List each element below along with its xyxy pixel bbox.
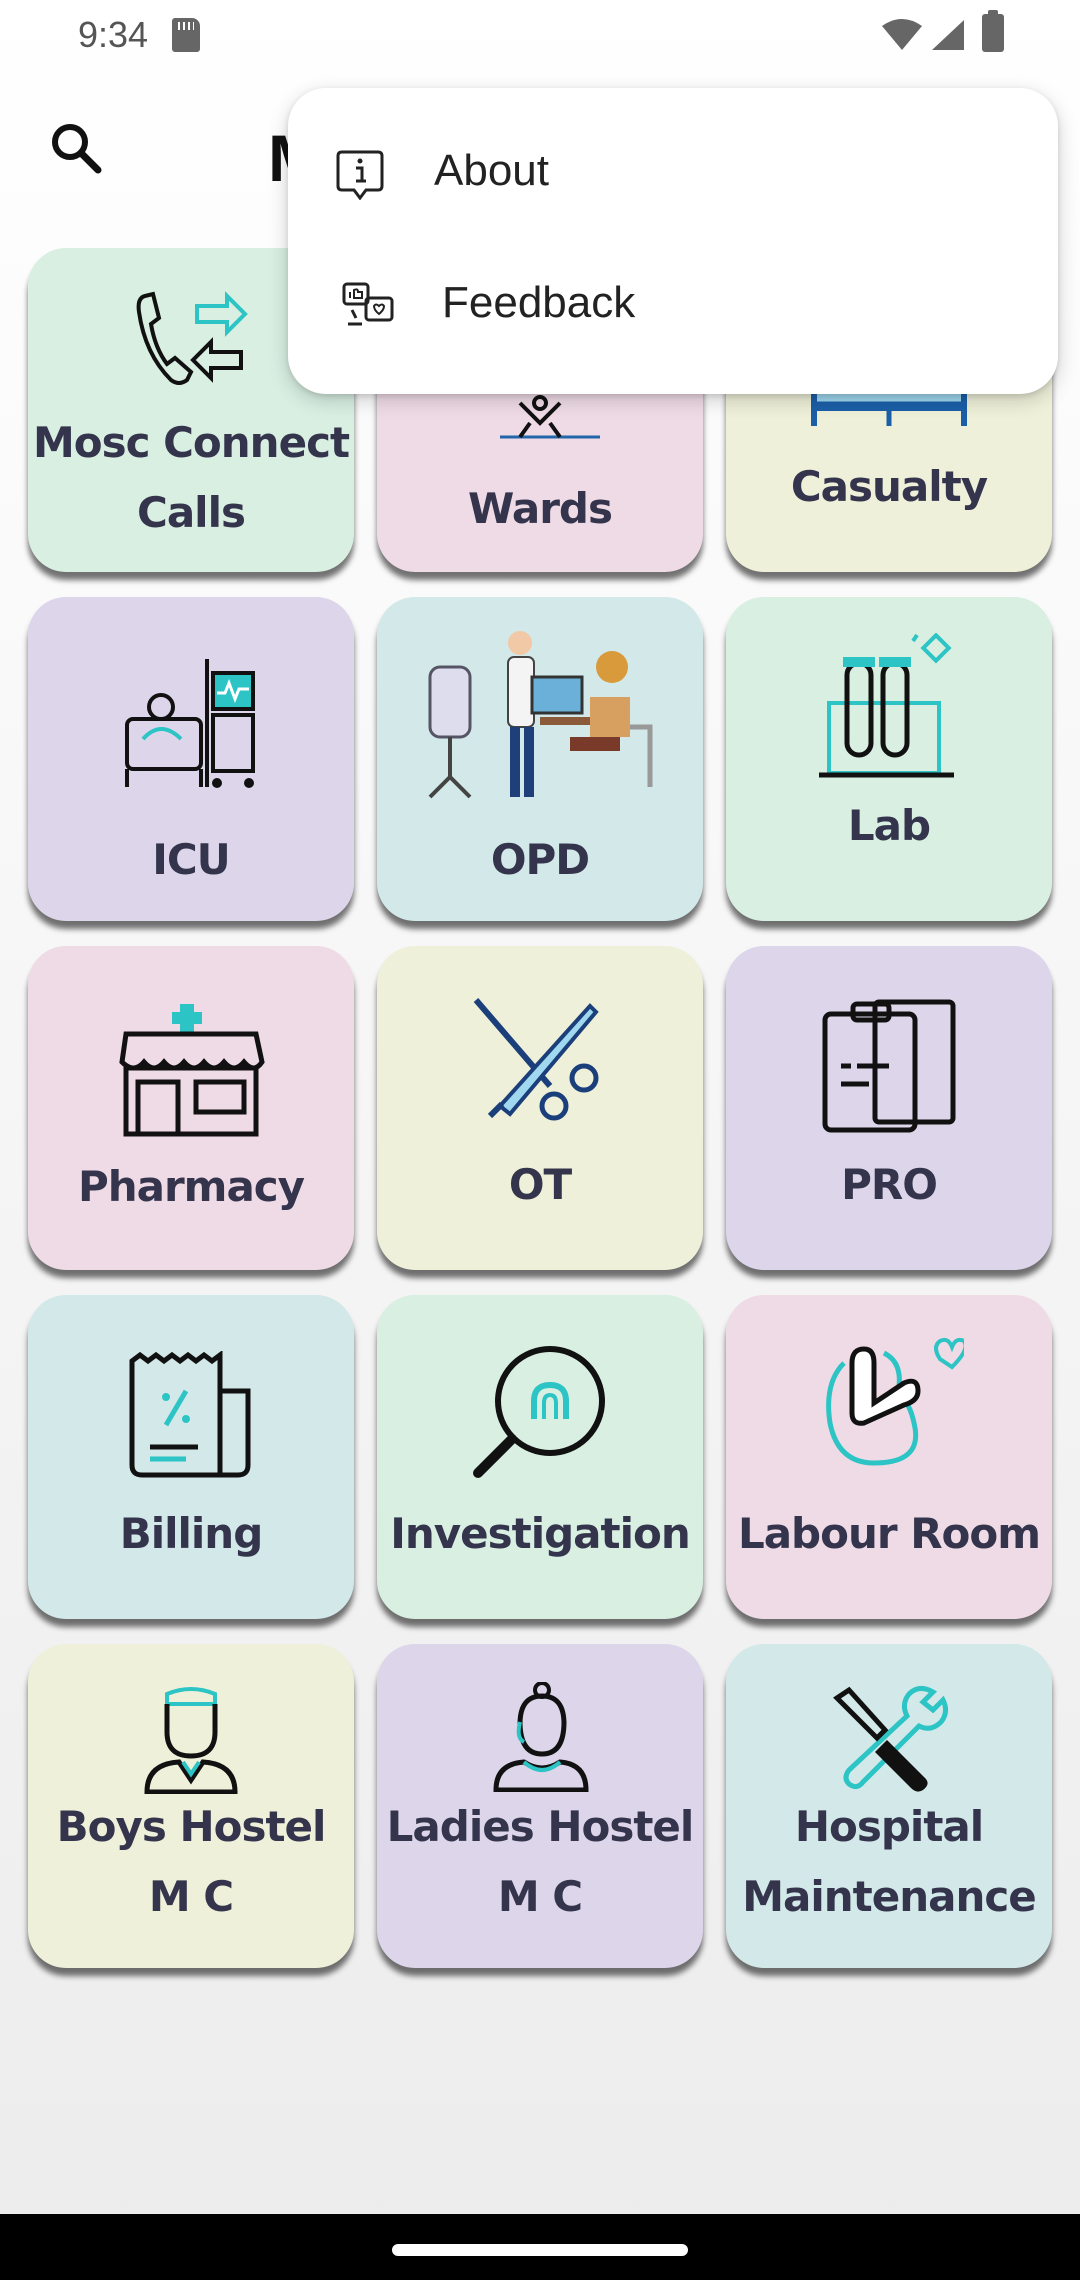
icu-bed-icon — [125, 659, 255, 788]
tile-label: Billing — [119, 1509, 264, 1558]
tile-label-line2: M C — [148, 1872, 234, 1921]
tile-label-line2: M C — [497, 1872, 583, 1921]
tile-label: Hospital — [794, 1802, 984, 1851]
status-time: 9:34 — [78, 14, 149, 55]
tile-lab[interactable]: Lab — [726, 597, 1052, 921]
tile-label: Mosc Connect — [32, 418, 350, 467]
home-gesture-handle[interactable] — [392, 2244, 688, 2256]
tile-label: Boys Hostel — [56, 1802, 327, 1851]
tile-label: Casualty — [790, 462, 988, 511]
tile-label: Wards — [468, 484, 613, 533]
phone-transfer-icon — [136, 291, 248, 385]
tile-ot[interactable]: OT — [377, 946, 703, 1270]
menu-item-about[interactable]: About — [288, 108, 1058, 240]
battery-icon — [982, 10, 1004, 52]
tile-label-line2: Maintenance — [742, 1872, 1037, 1921]
navigation-bar — [0, 2214, 1080, 2280]
tile-label: ICU — [152, 835, 231, 884]
tile-label: Investigation — [390, 1509, 691, 1558]
tile-label: Lab — [847, 801, 931, 850]
wifi-icon — [882, 19, 922, 50]
tile-opd[interactable]: OPD — [377, 597, 703, 921]
search-icon[interactable] — [40, 112, 112, 184]
tile-billing[interactable]: Billing — [28, 1295, 354, 1619]
tile-ladies-hostel[interactable]: Ladies Hostel M C — [377, 1644, 703, 1968]
sd-card-icon — [172, 18, 200, 52]
menu-item-label: Feedback — [442, 278, 636, 327]
tile-label: Labour Room — [737, 1509, 1041, 1558]
menu-item-feedback[interactable]: Feedback — [288, 240, 1058, 372]
pharmacy-store-icon — [119, 1004, 265, 1137]
tile-pro[interactable]: PRO — [726, 946, 1052, 1270]
doctor-patient-icon — [428, 631, 653, 799]
magnifier-icon — [473, 1346, 605, 1478]
wrench-screwdriver-icon — [833, 1686, 949, 1792]
tile-boys-hostel[interactable]: Boys Hostel M C — [28, 1644, 354, 1968]
receipt-icon — [129, 1351, 251, 1478]
overflow-menu: About Feedback — [288, 88, 1058, 394]
tile-icu[interactable]: ICU — [28, 597, 354, 921]
tile-investigation[interactable]: Investigation — [377, 1295, 703, 1619]
surgery-tools-icon — [473, 998, 599, 1121]
tile-labour-room[interactable]: Labour Room — [726, 1295, 1052, 1619]
male-avatar-icon — [144, 1687, 238, 1794]
female-avatar-icon — [493, 1682, 589, 1792]
info-icon — [336, 150, 384, 200]
feedback-icon — [342, 282, 394, 326]
status-bar: 9:34 — [0, 0, 1080, 70]
tile-label: PRO — [841, 1160, 938, 1209]
tile-label: Pharmacy — [77, 1162, 305, 1211]
tile-hospital-maintenance[interactable]: Hospital Maintenance — [726, 1644, 1052, 1968]
signal-icon — [932, 20, 964, 50]
menu-item-label: About — [434, 146, 549, 195]
tile-label: OPD — [490, 835, 590, 884]
tile-label: Ladies Hostel — [386, 1802, 695, 1851]
tile-label: OT — [508, 1160, 572, 1209]
clipboard-icon — [822, 999, 956, 1133]
pregnancy-icon — [826, 1337, 964, 1466]
tile-pharmacy[interactable]: Pharmacy — [28, 946, 354, 1270]
tile-label-line2: Calls — [137, 488, 246, 537]
test-tubes-icon — [819, 633, 954, 778]
